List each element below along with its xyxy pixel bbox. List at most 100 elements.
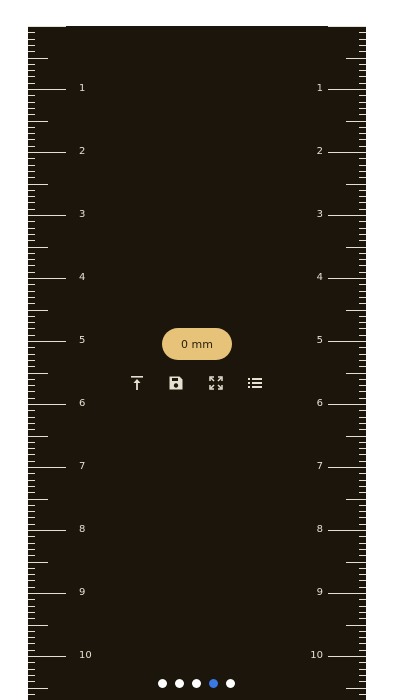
- ruler-tick: [28, 51, 35, 52]
- ruler-tick: [28, 259, 35, 260]
- ruler-tick: [359, 297, 366, 298]
- page-dot[interactable]: [192, 678, 201, 688]
- ruler-tick: [359, 272, 366, 273]
- ruler-tick: [28, 549, 35, 550]
- ruler-tick: [359, 335, 366, 336]
- ruler-tick: [28, 467, 66, 468]
- save-button[interactable]: [165, 372, 187, 394]
- ruler-tick: [28, 492, 35, 493]
- ruler-tick: [28, 121, 48, 122]
- ruler-tick: [359, 524, 366, 525]
- ruler-tick: [28, 618, 35, 619]
- ruler-tick: [28, 297, 35, 298]
- ruler-tick: [359, 536, 366, 537]
- ruler-tick: [346, 121, 366, 122]
- ruler-tick: [359, 398, 366, 399]
- ruler-tick: [28, 291, 35, 292]
- page-dot[interactable]: [209, 678, 218, 688]
- ruler-tick: [359, 568, 366, 569]
- ruler-tick: [28, 536, 35, 537]
- ruler-tick: [28, 681, 35, 682]
- ruler-tick: [28, 643, 35, 644]
- ruler-tick: [28, 247, 48, 248]
- ruler-tick: [28, 612, 35, 613]
- fullscreen-button[interactable]: [205, 372, 227, 394]
- ruler-tick: [359, 165, 366, 166]
- save-icon: [169, 376, 183, 390]
- page-dot[interactable]: [226, 678, 235, 688]
- align-top-button[interactable]: [126, 372, 148, 394]
- ruler-tick: [28, 366, 35, 367]
- ruler-tick: [28, 511, 35, 512]
- ruler-tick: [359, 360, 366, 361]
- right-ruler-scale: 1 2 3 4 5 6 7 8 9 10: [286, 26, 366, 700]
- ruler-tick: [359, 64, 366, 65]
- ruler-tick: [359, 662, 366, 663]
- ruler-tick: [28, 133, 35, 134]
- page-dot[interactable]: [175, 678, 184, 688]
- ruler-tick: [28, 505, 35, 506]
- ruler-tick: [28, 341, 66, 342]
- ruler-tick: [359, 631, 366, 632]
- ruler-tick: [28, 108, 35, 109]
- ruler-tick: [28, 473, 35, 474]
- page-dot[interactable]: [158, 678, 167, 688]
- ruler-tick: [346, 625, 366, 626]
- ruler-tick: [28, 64, 35, 65]
- ruler-tick: [28, 637, 35, 638]
- ruler-tick: [359, 95, 366, 96]
- ruler-tick: [28, 599, 35, 600]
- ruler-tick: [28, 335, 35, 336]
- measurement-readout[interactable]: 0 mm: [162, 328, 232, 360]
- ruler-tick: [28, 530, 66, 531]
- ruler-tick: [28, 448, 35, 449]
- ruler-tick: [359, 347, 366, 348]
- ruler-tick: [28, 656, 66, 657]
- list-icon: [247, 378, 262, 388]
- ruler-tick: [28, 328, 35, 329]
- ruler-tick: [28, 480, 35, 481]
- ruler-tick: [28, 322, 35, 323]
- ruler-tick: [359, 102, 366, 103]
- ruler-tick: [359, 694, 366, 695]
- ruler-tick: [28, 152, 66, 153]
- ruler-tick: [28, 499, 48, 500]
- ruler-tick: [28, 669, 35, 670]
- list-button[interactable]: [244, 372, 266, 394]
- ruler-tick: [28, 675, 35, 676]
- ruler-tick: [359, 328, 366, 329]
- ruler-tick: [28, 555, 35, 556]
- ruler-tick: [28, 190, 35, 191]
- ruler-tick: [28, 202, 35, 203]
- ruler-tick: [359, 39, 366, 40]
- ruler-tick: [328, 278, 366, 279]
- ruler-tick: [359, 454, 366, 455]
- ruler-tick: [28, 650, 35, 651]
- ruler-tick: [28, 165, 35, 166]
- ruler-tick: [359, 196, 366, 197]
- ruler-tick: [28, 429, 35, 430]
- left-ruler-scale: 1 2 3 4 5 6 7 8 9 10: [28, 26, 108, 700]
- ruler-tick: [28, 543, 35, 544]
- ruler-tick: [359, 158, 366, 159]
- ruler-tick: [28, 574, 35, 575]
- ruler-label: 5: [316, 335, 323, 346]
- ruler-label: 6: [79, 398, 86, 409]
- ruler-tick: [359, 410, 366, 411]
- ruler-tick: [359, 379, 366, 380]
- ruler-label: 1: [316, 83, 323, 94]
- page-indicator: [158, 678, 238, 688]
- ruler-tick: [28, 184, 48, 185]
- ruler-tick: [28, 310, 48, 311]
- ruler-tick: [28, 240, 35, 241]
- ruler-tick: [28, 76, 35, 77]
- ruler-tick: [28, 606, 35, 607]
- ruler-tick: [359, 681, 366, 682]
- ruler-tick: [359, 70, 366, 71]
- ruler-tick: [359, 45, 366, 46]
- ruler-tick: [28, 316, 35, 317]
- ruler-tick: [28, 177, 35, 178]
- ruler-tick: [359, 284, 366, 285]
- ruler-tick: [359, 385, 366, 386]
- ruler-label: 1: [79, 83, 86, 94]
